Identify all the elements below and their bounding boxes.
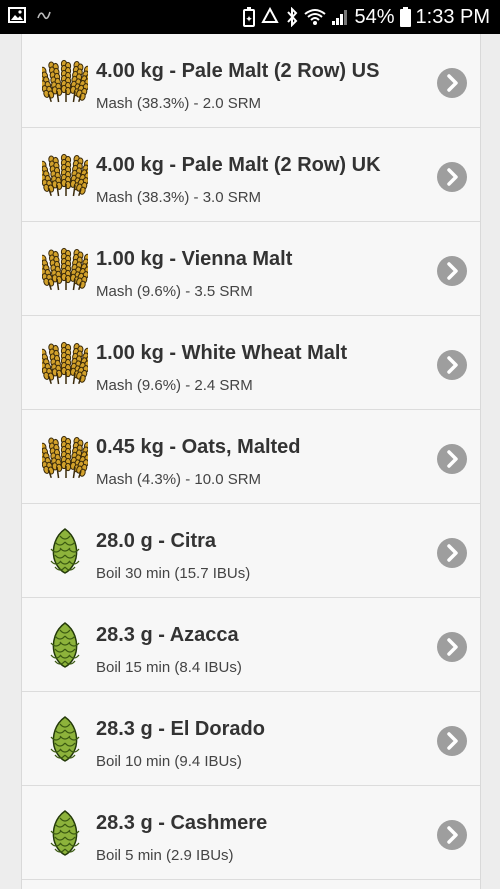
ingredient-subtitle: Mash (4.3%) - 10.0 SRM [96,471,262,488]
chevron-right-icon[interactable] [436,443,468,475]
hop-cone-icon [42,622,88,668]
ingredient-row-hop[interactable]: 28.3 g - Azacca Boil 15 min (8.4 IBUs) [22,598,480,692]
ingredient-subtitle: Mash (9.6%) - 3.5 SRM [96,283,253,300]
chevron-right-icon[interactable] [436,631,468,663]
battery-icon [399,7,411,27]
ingredient-title: 28.3 g - El Dorado [96,718,265,740]
chevron-right-icon[interactable] [436,349,468,381]
malt-grain-icon [35,434,94,480]
ingredient-subtitle: Mash (38.3%) - 3.0 SRM [96,189,262,206]
signal-icon [332,10,348,25]
ingredient-title: 1.00 kg - White Wheat Malt [96,342,348,364]
chevron-right-icon[interactable] [436,67,468,99]
ingredient-subtitle: Boil 30 min (15.7 IBUs) [96,565,251,582]
ingredient-row-grain[interactable]: 0.45 kg - Oats, Malted Mash (4.3%) - 10.0… [22,410,480,504]
malt-grain-icon [35,58,94,104]
battery-saver-icon: ✦ [243,7,256,27]
ingredient-title: 28.3 g - Cashmere [96,812,268,834]
ingredient-row-grain[interactable]: 1.00 kg - White Wheat Malt Mash (9.6%) - … [22,316,480,410]
bluetooth-icon [287,7,298,27]
ingredient-subtitle: Boil 10 min (9.4 IBUs) [96,753,242,770]
ingredient-title: 28.3 g - Azacca [96,624,239,646]
svg-text:✦: ✦ [246,14,254,24]
ingredient-title: 1.00 kg - Vienna Malt [96,248,293,270]
ingredient-subtitle: Boil 5 min (2.9 IBUs) [96,847,234,864]
hop-cone-icon [42,810,88,856]
status-bar-notifications [8,7,52,23]
malt-grain-icon [35,246,94,292]
status-bar-system: ✦ 54% 1:33 PM [243,5,490,29]
ingredient-row-hop[interactable]: 28.0 g - Citra Boil 30 min (15.7 IBUs) [22,504,480,598]
ingredient-list: 4.00 kg - Pale Malt (2 Row) US Mash (38.3… [21,34,481,889]
recycle-icon [261,7,280,23]
status-bar: ✦ 54% 1:33 PM [0,0,500,34]
chevron-right-icon[interactable] [436,537,468,569]
ingredient-subtitle: Mash (38.3%) - 2.0 SRM [96,95,262,112]
chevron-right-icon[interactable] [436,161,468,193]
malt-grain-icon [35,340,94,386]
wifi-icon [304,9,327,25]
ingredient-subtitle: Mash (9.6%) - 2.4 SRM [96,377,253,394]
chevron-right-icon[interactable] [436,725,468,757]
ingredient-title: 28.0 g - Citra [96,530,217,552]
chevron-right-icon[interactable] [436,255,468,287]
malt-grain-icon [35,152,94,198]
ingredient-title: 4.00 kg - Pale Malt (2 Row) UK [96,154,381,176]
ingredient-row-grain[interactable]: 4.00 kg - Pale Malt (2 Row) US Mash (38.3… [22,34,480,128]
image-notification-icon [8,7,26,23]
ingredient-row-hop[interactable]: 28.3 g - El Dorado Boil 10 min (9.4 IBUs) [22,692,480,786]
ingredient-row-hop[interactable]: 28.3 g - Cashmere Boil 5 min (2.9 IBUs) [22,786,480,880]
ingredient-subtitle: Boil 15 min (8.4 IBUs) [96,659,242,676]
hop-cone-icon [42,528,88,574]
battery-percent: 54% [354,6,395,28]
ingredient-title: 0.45 kg - Oats, Malted [96,436,301,458]
clock: 1:33 PM [415,6,490,28]
ingredient-row-grain[interactable]: 1.00 kg - Vienna Malt Mash (9.6%) - 3.5 S… [22,222,480,316]
music-notification-icon [37,11,51,20]
chevron-right-icon[interactable] [436,819,468,851]
ingredient-title: 4.00 kg - Pale Malt (2 Row) US [96,60,380,82]
ingredient-row-grain[interactable]: 4.00 kg - Pale Malt (2 Row) UK Mash (38.3… [22,128,480,222]
hop-cone-icon [42,716,88,762]
